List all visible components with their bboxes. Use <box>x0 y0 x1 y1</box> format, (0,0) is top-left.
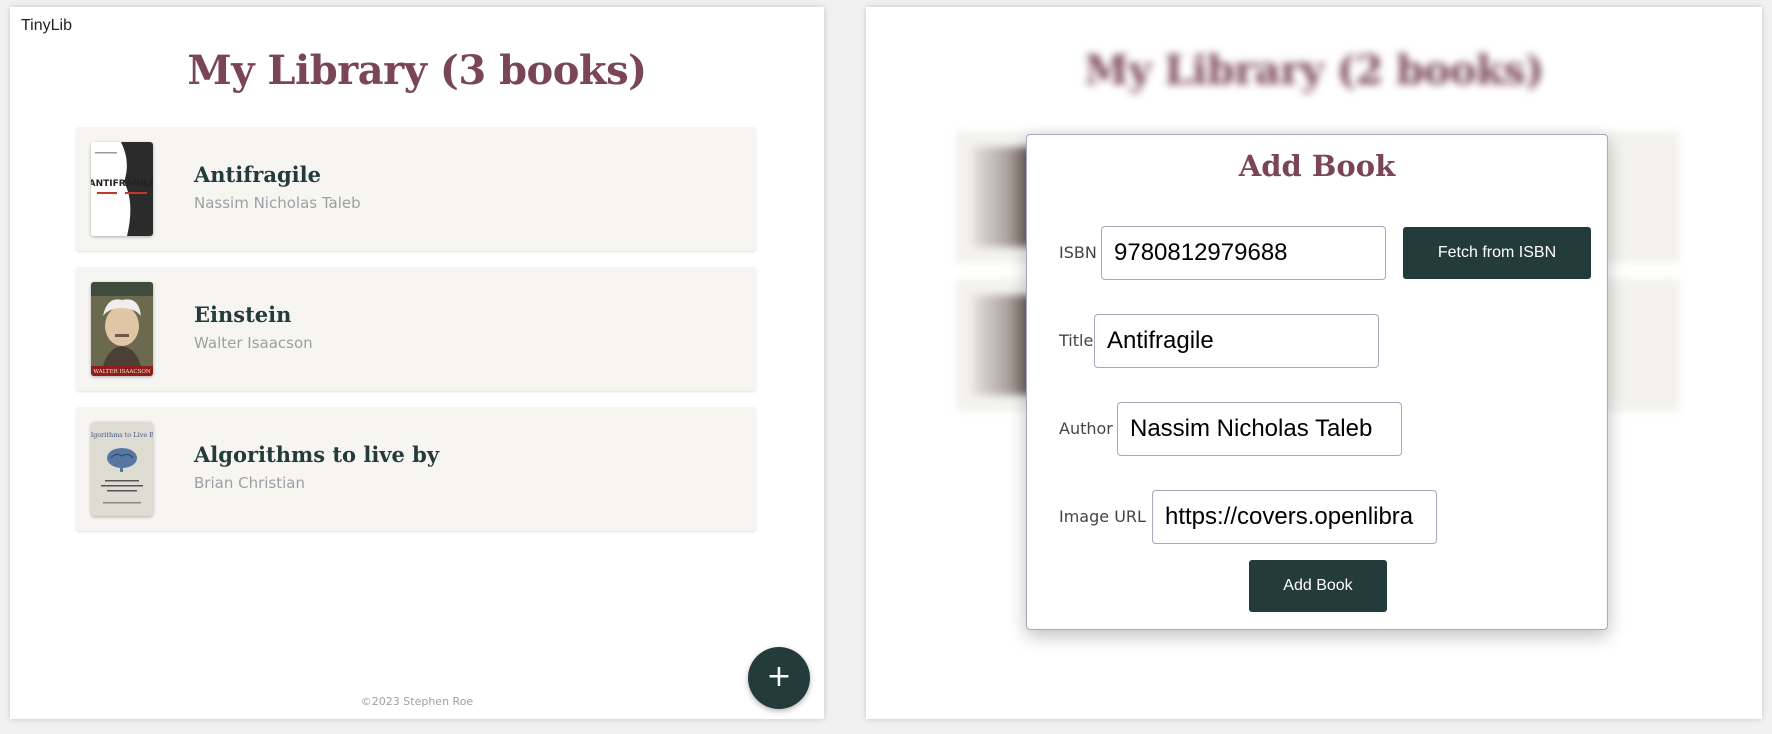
add-book-screen: My Library (2 books) Add Book ISBN Fetch… <box>866 7 1762 719</box>
image-url-input[interactable] <box>1152 490 1437 544</box>
book-cover-image: ANTIFRAGILE <box>91 142 153 236</box>
book-title: Antifragile <box>194 162 321 187</box>
fetch-from-isbn-button[interactable]: Fetch from ISBN <box>1403 227 1591 279</box>
title-label: Title <box>1059 331 1094 350</box>
plus-icon: + <box>766 659 792 694</box>
book-list: ANTIFRAGILE Antifragile Nassim Nicholas … <box>76 127 756 547</box>
title-input[interactable] <box>1094 314 1379 368</box>
book-cover-image: WALTER ISAACSON <box>91 282 153 376</box>
app-name[interactable]: TinyLib <box>21 17 72 35</box>
book-cover-image: Algorithms to Live By <box>91 422 153 516</box>
footer-copyright: ©2023 Stephen Roe <box>360 695 474 708</box>
page-title: My Library (3 books) <box>187 47 647 94</box>
book-author: Brian Christian <box>194 474 305 492</box>
image-url-label: Image URL <box>1059 507 1146 526</box>
book-title: Algorithms to live by <box>194 442 440 467</box>
cover-caption: Algorithms to Live By <box>91 431 153 439</box>
book-author: Nassim Nicholas Taleb <box>194 194 361 212</box>
cover-caption: WALTER ISAACSON <box>93 369 150 375</box>
book-card[interactable]: ANTIFRAGILE Antifragile Nassim Nicholas … <box>76 127 756 251</box>
book-card[interactable]: Algorithms to Live By Algorithms to live… <box>76 407 756 531</box>
book-card[interactable]: WALTER ISAACSON Einstein Walter Isaacson <box>76 267 756 391</box>
book-title: Einstein <box>194 302 292 327</box>
add-book-modal: Add Book ISBN Fetch from ISBN Title Auth… <box>1026 134 1608 630</box>
isbn-label: ISBN <box>1059 243 1097 262</box>
cover-caption: ANTIFRAGILE <box>91 179 153 189</box>
author-label: Author <box>1059 419 1113 438</box>
background-page-title: My Library (2 books) <box>1084 47 1544 94</box>
background-book-cover <box>972 147 1034 247</box>
library-screen: TinyLib My Library (3 books) ANTIFRAGILE… <box>10 7 824 719</box>
isbn-input[interactable] <box>1101 226 1386 280</box>
modal-title: Add Book <box>1238 149 1396 183</box>
book-author: Walter Isaacson <box>194 334 313 352</box>
background-book-cover <box>972 295 1034 395</box>
add-book-submit-button[interactable]: Add Book <box>1249 560 1387 612</box>
author-input[interactable] <box>1117 402 1402 456</box>
